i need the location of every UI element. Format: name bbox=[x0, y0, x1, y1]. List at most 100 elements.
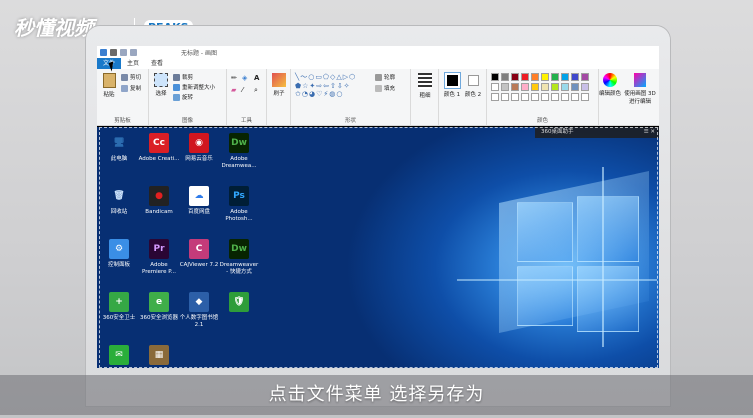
size-button[interactable]: 粗细 bbox=[415, 73, 435, 99]
palette-custom-swatch[interactable] bbox=[571, 93, 579, 101]
desktop-icon-label: Adobe Dreamwea... bbox=[221, 156, 257, 169]
brush-label: 刷子 bbox=[273, 91, 285, 97]
copy-button[interactable]: 复制 bbox=[121, 84, 141, 92]
desktop-app-icon: ◆ bbox=[189, 292, 209, 312]
group-clipboard: 粘贴 剪切 复制 剪贴板 bbox=[97, 69, 149, 126]
desktop-app-icon: 🗑 bbox=[113, 190, 125, 201]
desktop-app-icon: ☁ bbox=[189, 186, 209, 206]
group-tools: ✏ ◈ A ▰ ⁄ ⌕ 工具 bbox=[227, 69, 267, 126]
palette-custom-swatch[interactable] bbox=[521, 93, 529, 101]
eraser-icon[interactable]: ▰ bbox=[231, 86, 236, 94]
desktop-icon[interactable]: ☁ 百度网盘 bbox=[178, 186, 220, 216]
palette-swatch[interactable] bbox=[501, 83, 509, 91]
desktop-icon-label: Adobe Creati... bbox=[138, 156, 180, 162]
paint3d-button[interactable]: 使用画图 3D 进行编辑 bbox=[623, 73, 657, 105]
palette-swatch[interactable] bbox=[541, 83, 549, 91]
desktop-icon[interactable]: Dw Dreamweaver - 快捷方式 bbox=[218, 239, 260, 276]
edit-colors-button[interactable]: 编辑颜色 bbox=[599, 73, 621, 97]
palette-swatch[interactable] bbox=[491, 73, 499, 81]
palette-custom-swatch[interactable] bbox=[491, 93, 499, 101]
palette-custom-swatch[interactable] bbox=[541, 93, 549, 101]
fill-bucket-icon[interactable]: ◈ bbox=[242, 74, 247, 82]
pencil-icon[interactable]: ✏ bbox=[231, 74, 237, 82]
palette-swatch[interactable] bbox=[501, 73, 509, 81]
color1-swatch bbox=[444, 73, 460, 88]
magnifier-icon[interactable]: ⌕ bbox=[254, 86, 258, 95]
resize-button[interactable]: 重新调整大小 bbox=[173, 83, 215, 91]
color1-label: 颜色 1 bbox=[443, 92, 461, 98]
rotate-label: 旋转 bbox=[182, 95, 194, 101]
undo-icon[interactable] bbox=[120, 48, 127, 56]
palette-swatch[interactable] bbox=[561, 73, 569, 81]
palette-swatch[interactable] bbox=[521, 73, 529, 81]
desktop-icon[interactable]: e 360安全浏览器 bbox=[138, 292, 180, 322]
text-icon[interactable]: A bbox=[254, 74, 259, 82]
colors-group-label: 颜色 bbox=[536, 118, 548, 124]
group-image: 选择 裁剪 重新调整大小 旋转 图像 bbox=[149, 69, 227, 126]
desktop-icon[interactable]: Ps Adobe Photosh... bbox=[218, 186, 260, 223]
cut-button[interactable]: 剪切 bbox=[121, 73, 141, 81]
desktop-icon[interactable]: 🛡 bbox=[218, 292, 260, 315]
tab-home[interactable]: 主页 bbox=[121, 58, 145, 69]
save-icon[interactable] bbox=[110, 48, 117, 56]
desktop-icon[interactable]: ◉ 网易云音乐 bbox=[178, 133, 220, 163]
shapes-gallery[interactable]: ╲〜○▭⬠◇△▷⬡ ⬟☆✦⇨⇦⇧⇩✧ ✩◔◕♡⚡◍○ bbox=[295, 72, 356, 98]
palette-swatch[interactable] bbox=[581, 73, 589, 81]
palette-swatch[interactable] bbox=[581, 83, 589, 91]
brush-button[interactable]: 刷子 bbox=[269, 73, 289, 97]
palette-custom-swatch[interactable] bbox=[501, 93, 509, 101]
desktop-icon[interactable]: C CAJViewer 7.2 bbox=[178, 239, 220, 269]
canvas-desktop-image[interactable]: 360桌面助手 ☰ ✕ 🖥 此电脑 Cc Adobe Creati... ◉ 网易云音乐 D… bbox=[97, 127, 659, 368]
desktop-icon[interactable]: ✉ bbox=[98, 345, 140, 368]
palette-swatch[interactable] bbox=[551, 83, 559, 91]
desktop-icon[interactable]: +360安全卫士 bbox=[98, 292, 140, 322]
paint-app-icon bbox=[100, 48, 107, 56]
window-title: 无标题 - 画图 bbox=[181, 49, 217, 57]
color1-button[interactable]: 颜色 1 bbox=[442, 73, 462, 98]
color-picker-icon[interactable]: ⁄ bbox=[242, 86, 243, 94]
desktop-icon-label: Adobe Photosh... bbox=[225, 209, 253, 222]
palette-custom-swatch[interactable] bbox=[561, 93, 569, 101]
palette-swatch[interactable] bbox=[511, 83, 519, 91]
wallpaper-beam bbox=[602, 167, 604, 347]
crop-button[interactable]: 裁剪 bbox=[173, 73, 193, 81]
palette-swatch[interactable] bbox=[521, 83, 529, 91]
desktop-icon[interactable]: 🖥 此电脑 bbox=[98, 133, 140, 163]
palette-swatch[interactable] bbox=[491, 83, 499, 91]
desktop-icon[interactable]: ▦ bbox=[138, 345, 180, 368]
redo-icon[interactable] bbox=[130, 48, 137, 56]
palette-custom-swatch[interactable] bbox=[581, 93, 589, 101]
palette-custom-swatch[interactable] bbox=[551, 93, 559, 101]
select-button[interactable]: 选择 bbox=[152, 73, 170, 97]
desktop-helper-bar[interactable]: 360桌面助手 ☰ ✕ bbox=[535, 127, 659, 138]
desktop-icon[interactable]: ⚙ 控制面板 bbox=[98, 239, 140, 269]
palette-swatch[interactable] bbox=[561, 83, 569, 91]
desktop-icon[interactable]: 🗑 回收站 bbox=[98, 186, 140, 216]
palette-swatch[interactable] bbox=[531, 73, 539, 81]
paint3d-label: 使用画图 3D 进行编辑 bbox=[624, 91, 656, 105]
color2-button[interactable]: 颜色 2 bbox=[463, 73, 483, 98]
palette-swatch[interactable] bbox=[541, 73, 549, 81]
palette-swatch[interactable] bbox=[551, 73, 559, 81]
palette-swatch[interactable] bbox=[571, 83, 579, 91]
palette-swatch[interactable] bbox=[531, 83, 539, 91]
tab-view[interactable]: 查看 bbox=[145, 58, 169, 69]
rotate-button[interactable]: 旋转 bbox=[173, 93, 193, 101]
desktop-icon-label: Dreamweaver - 快捷方式 bbox=[219, 262, 259, 275]
desktop-app-icon: ◉ bbox=[189, 133, 209, 153]
desktop-icon[interactable]: Cc Adobe Creati... bbox=[138, 133, 180, 163]
palette-swatch[interactable] bbox=[511, 73, 519, 81]
fill-dropdown[interactable]: 填充 bbox=[375, 84, 395, 92]
desktop-icon[interactable]: Dw Adobe Dreamwea... bbox=[218, 133, 260, 170]
palette-custom-swatch[interactable] bbox=[511, 93, 519, 101]
paste-icon bbox=[102, 73, 116, 88]
paint3d-icon bbox=[634, 73, 646, 87]
desktop-icon[interactable]: Pr Adobe Premiere P... bbox=[138, 239, 180, 276]
paste-button[interactable]: 粘贴 bbox=[100, 73, 118, 98]
desktop-icon[interactable]: ● Bandicam bbox=[138, 186, 180, 216]
palette-custom-swatch[interactable] bbox=[531, 93, 539, 101]
palette-swatch[interactable] bbox=[571, 73, 579, 81]
desktop-icon[interactable]: ◆ 个人数字图书馆2.1 bbox=[178, 292, 220, 329]
desktop-helper-controls[interactable]: ☰ ✕ bbox=[644, 127, 655, 138]
outline-dropdown[interactable]: 轮廓 bbox=[375, 73, 395, 81]
